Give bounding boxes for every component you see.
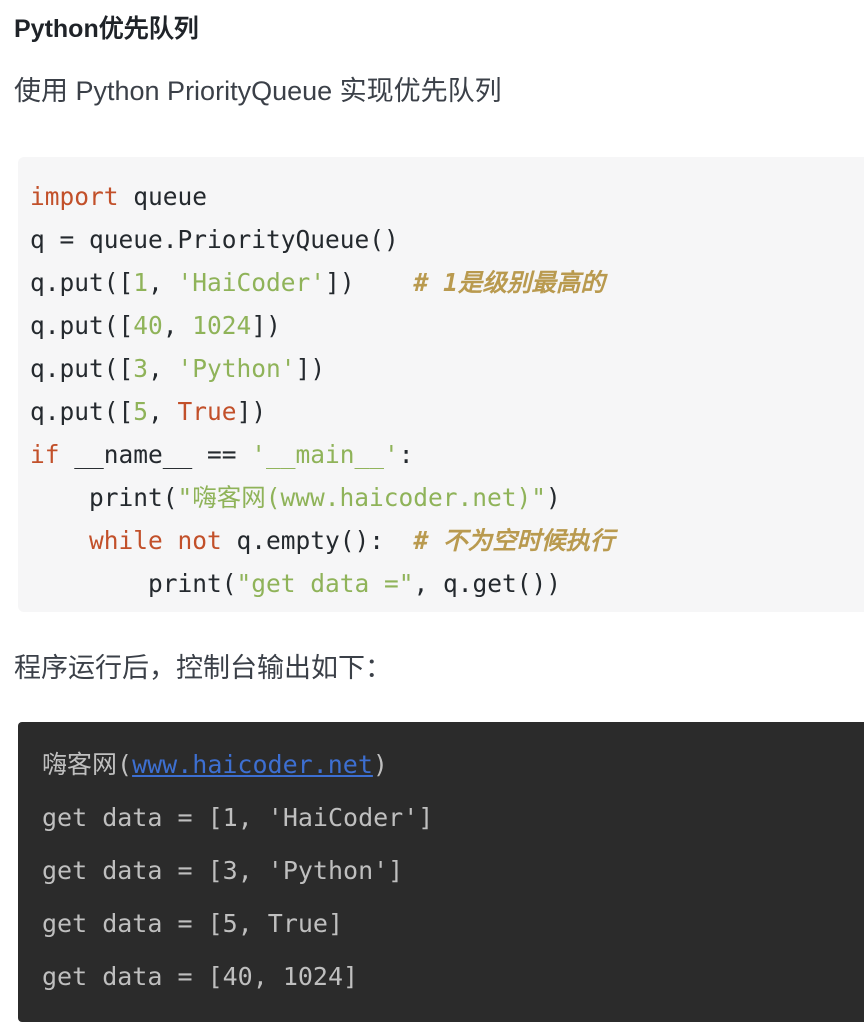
code-token-plain: q.put([ bbox=[30, 397, 134, 426]
console-line: get data = [1, 'HaiCoder'] bbox=[42, 803, 434, 832]
code-token-number: 1024 bbox=[192, 311, 252, 340]
code-token-plain: print( bbox=[30, 483, 178, 512]
code-token-plain: ]) bbox=[251, 311, 281, 340]
console-text: ) bbox=[372, 750, 388, 779]
code-token-plain: , bbox=[148, 397, 178, 426]
code-token-keyword: while not bbox=[89, 526, 222, 555]
code-line: print("get data =", q.get()) bbox=[30, 569, 561, 598]
haicoder-website-link[interactable]: www.haicoder.net bbox=[132, 750, 373, 779]
code-token-plain: : bbox=[398, 440, 414, 469]
console-text: 嗨客网( bbox=[42, 750, 133, 779]
console-line: 嗨客网(www.haicoder.net) bbox=[42, 750, 388, 779]
code-token-plain: , bbox=[148, 268, 178, 297]
code-token-comment: # 1是级别最高的 bbox=[413, 268, 605, 297]
code-token-plain: q = queue.PriorityQueue() bbox=[30, 225, 399, 254]
code-line: q.put([5, True]) bbox=[30, 397, 266, 426]
code-token-string: 'HaiCoder' bbox=[177, 268, 326, 297]
console-line: get data = [5, True] bbox=[42, 909, 344, 938]
code-token-plain: print( bbox=[30, 569, 237, 598]
code-token-plain: ) bbox=[546, 483, 561, 512]
code-token-keyword: True bbox=[177, 397, 237, 426]
code-line: q = queue.PriorityQueue() bbox=[30, 225, 399, 254]
console-line: get data = [3, 'Python'] bbox=[42, 856, 404, 885]
code-token-plain: , bbox=[148, 354, 178, 383]
code-line: while not q.empty(): # 不为空时候执行 bbox=[30, 526, 615, 555]
page-title: Python优先队列 bbox=[14, 15, 199, 43]
code-token-keyword: if bbox=[30, 440, 60, 469]
code-token-plain: q.put([ bbox=[30, 311, 134, 340]
code-line: print("嗨客网(www.haicoder.net)") bbox=[30, 483, 561, 512]
code-token-plain: q.put([ bbox=[30, 354, 134, 383]
code-block: import queue q = queue.PriorityQueue() q… bbox=[18, 157, 864, 612]
console-output-block: 嗨客网(www.haicoder.net) get data = [1, 'Ha… bbox=[18, 722, 864, 1022]
code-token-plain: __name__ == bbox=[59, 440, 252, 469]
code-line: q.put([1, 'HaiCoder']) # 1是级别最高的 bbox=[30, 268, 605, 297]
run-output-note: 程序运行后，控制台输出如下： bbox=[14, 653, 392, 683]
code-token-string: '__main__' bbox=[251, 440, 399, 469]
code-token-plain: queue bbox=[118, 182, 208, 211]
code-token-plain: , q.get()) bbox=[413, 569, 562, 598]
code-token-keyword: import bbox=[30, 182, 119, 211]
code-token-number: 5 bbox=[133, 397, 149, 426]
code-token-plain: q.empty(): bbox=[221, 526, 385, 555]
code-token-plain: , bbox=[162, 311, 193, 340]
code-token-plain: ]) bbox=[295, 354, 326, 383]
lead-paragraph: 使用 Python PriorityQueue 实现优先队列 bbox=[14, 76, 502, 106]
code-line: q.put([40, 1024]) bbox=[30, 311, 281, 340]
code-token-plain: q.put([ bbox=[30, 268, 134, 297]
code-token-number: 1 bbox=[133, 268, 149, 297]
code-token-number: 40 bbox=[133, 311, 163, 340]
code-token-string: "嗨客网(www.haicoder.net)" bbox=[177, 483, 547, 512]
console-content: 嗨客网(www.haicoder.net) get data = [1, 'Ha… bbox=[18, 738, 864, 1003]
code-line: if __name__ == '__main__': bbox=[30, 440, 414, 469]
code-token-string: "get data =" bbox=[236, 569, 414, 598]
article-page: Python优先队列 使用 Python PriorityQueue 实现优先队… bbox=[0, 0, 864, 1032]
code-line: q.put([3, 'Python']) bbox=[30, 354, 325, 383]
code-token-string: 'Python' bbox=[177, 354, 296, 383]
code-line: import queue bbox=[30, 182, 207, 211]
code-token-number: 3 bbox=[133, 354, 149, 383]
code-token-comment: # 不为空时候执行 bbox=[413, 526, 615, 555]
console-line: get data = [40, 1024] bbox=[42, 962, 359, 991]
code-token-plain: ]) bbox=[325, 268, 355, 297]
code-content: import queue q = queue.PriorityQueue() q… bbox=[18, 175, 864, 605]
code-token-plain: ]) bbox=[236, 397, 267, 426]
